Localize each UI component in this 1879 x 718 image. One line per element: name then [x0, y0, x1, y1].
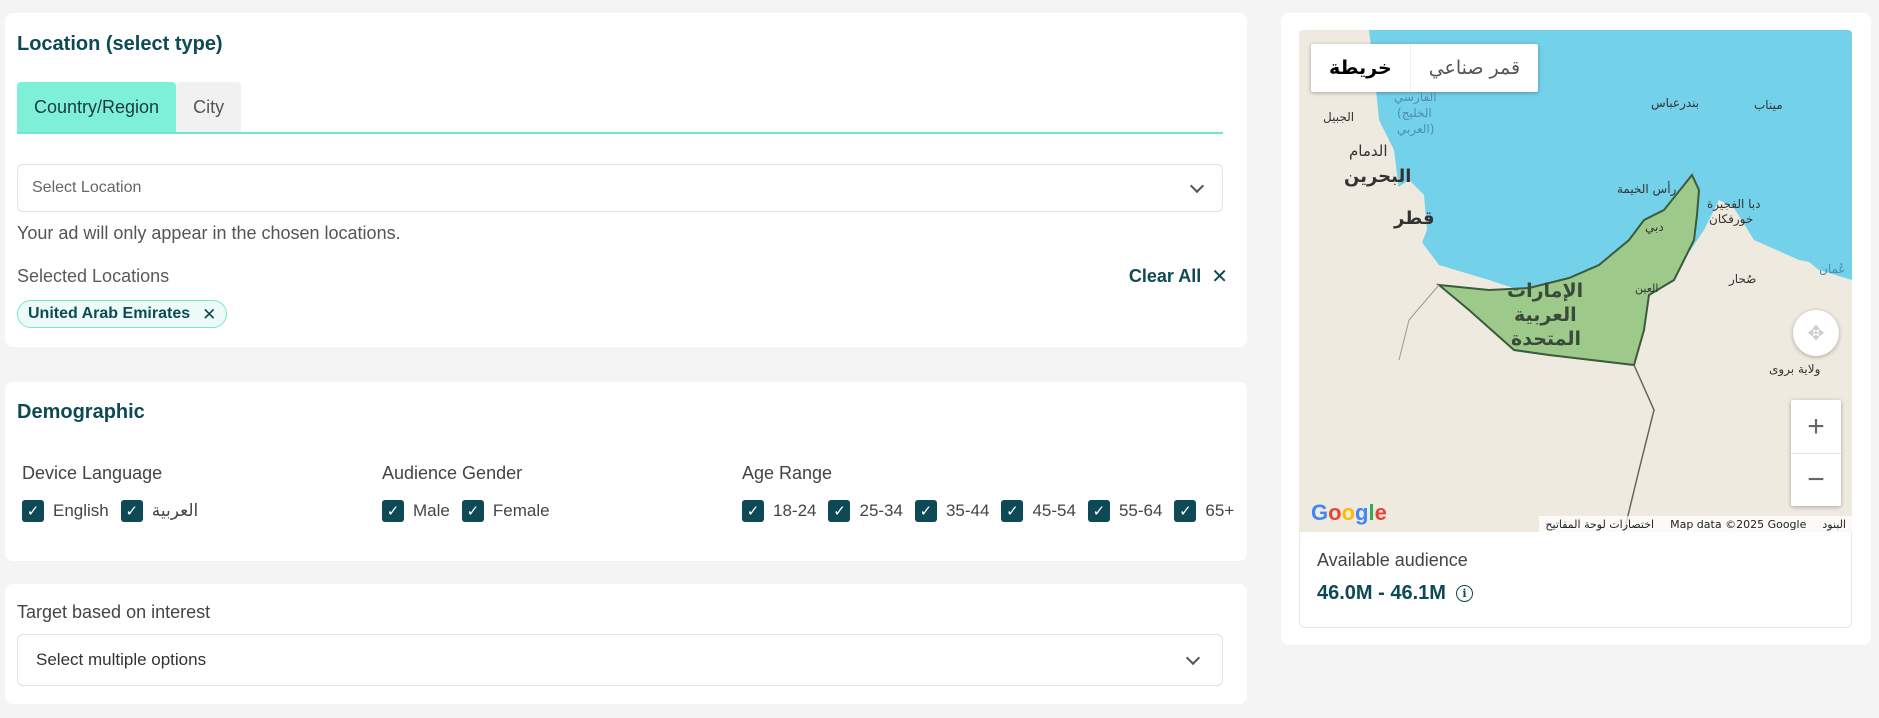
location-type-tabs: Country/Region City	[17, 82, 1223, 134]
age-range-options: ✓ 18-24 ✓ 25-34 ✓ 35-44 ✓ 45-54 ✓ 55-64 ✓ 65+	[742, 500, 1234, 522]
available-audience-value: 46.0M - 46.1M i	[1317, 582, 1473, 605]
map-zoom-control: + −	[1791, 400, 1841, 506]
map-label-gulf-1: الفارسي	[1394, 90, 1437, 104]
checkbox-female[interactable]: ✓ Female	[461, 500, 550, 522]
map-label-jubail: الجبيل	[1323, 110, 1355, 124]
map-label-sohar: صُحار	[1729, 272, 1757, 286]
satellite-view-button[interactable]: قمر صناعي	[1409, 44, 1538, 92]
demographic-title: Demographic	[17, 401, 145, 423]
checkbox-age-25-34[interactable]: ✓ 25-34	[828, 500, 903, 522]
audience-gender-label: Audience Gender	[382, 463, 523, 483]
chip-label: United Arab Emirates	[28, 305, 191, 322]
map-label-uae-2: العربية	[1514, 304, 1577, 326]
map-label-uae-3: المتحدة	[1511, 328, 1582, 350]
map-label-qatar: قطر	[1394, 208, 1435, 229]
map-footer: اختصارات لوحة المفاتيح Map data ©2025 Go…	[1539, 516, 1852, 532]
checkbox-english[interactable]: ✓ English	[22, 500, 109, 522]
checkmark-icon: ✓	[914, 500, 937, 522]
map-label-minab: ميناب	[1754, 98, 1783, 112]
checkbox-age-18-24[interactable]: ✓ 18-24	[742, 500, 816, 522]
checkbox-age-55-64[interactable]: ✓ 55-64	[1087, 500, 1162, 522]
checkmark-icon: ✓	[120, 500, 143, 522]
select-location-dropdown[interactable]: Select Location	[17, 164, 1223, 212]
selected-locations-label: Selected Locations	[17, 266, 170, 286]
interest-label: Target based on interest	[17, 602, 211, 622]
clear-all-button[interactable]: Clear All ✕	[1129, 266, 1228, 287]
checkbox-male[interactable]: ✓ Male	[382, 500, 450, 522]
checkmark-icon: ✓	[742, 500, 764, 522]
checkmark-icon: ✓	[461, 500, 484, 522]
checkmark-icon: ✓	[1001, 500, 1024, 522]
available-audience-box: Available audience 46.0M - 46.1M i	[1299, 532, 1852, 628]
map-label-uae-1: الإمارات	[1507, 280, 1584, 302]
audience-gender-options: ✓ Male ✓ Female	[382, 500, 562, 522]
chevron-down-icon	[1185, 650, 1201, 665]
chevron-down-icon	[1189, 178, 1205, 193]
interest-multiselect[interactable]: Select multiple options	[17, 634, 1223, 686]
remove-chip-icon[interactable]: ✕	[202, 306, 216, 323]
location-map[interactable]: خريطة قمر صناعي الإمارات العربية المتحدة…	[1299, 30, 1852, 532]
clear-all-label: Clear All	[1128, 266, 1202, 286]
map-type-toggle: خريطة قمر صناعي	[1311, 44, 1539, 92]
checkbox-age-45-54[interactable]: ✓ 45-54	[1001, 500, 1076, 522]
map-data-attribution: Map data ©2025 Google	[1670, 517, 1807, 531]
checkbox-age-35-44[interactable]: ✓ 35-44	[914, 500, 989, 522]
map-label-khorfakkan: خورفكان	[1709, 212, 1754, 226]
demographic-card	[5, 382, 1247, 561]
selected-location-chip: United Arab Emirates ✕	[17, 300, 228, 328]
zoom-out-button[interactable]: −	[1791, 453, 1841, 506]
map-label-ibri: ولاية بروى	[1769, 362, 1821, 376]
tab-city[interactable]: City	[176, 82, 242, 132]
checkbox-arabic[interactable]: ✓ العربية	[120, 500, 198, 522]
google-logo: Google	[1311, 500, 1387, 525]
map-view-button[interactable]: خريطة	[1311, 44, 1410, 92]
map-label-gulf-2: (الخليج	[1397, 106, 1432, 120]
checkbox-age-65-plus[interactable]: ✓ 65+	[1174, 500, 1234, 522]
map-label-bahrain: البحرين	[1344, 166, 1412, 187]
map-pan-control[interactable]: ✥	[1793, 310, 1839, 356]
interest-placeholder: Select multiple options	[36, 650, 207, 669]
info-icon[interactable]: i	[1455, 585, 1473, 602]
map-label-dammam: الدمام	[1349, 142, 1388, 160]
map-label-ras-al-khaimah: رأس الخيمة	[1617, 182, 1677, 196]
audience-range: 46.0M - 46.1M	[1317, 582, 1446, 604]
checkmark-icon: ✓	[1174, 500, 1197, 522]
checkmark-icon: ✓	[828, 500, 851, 522]
location-help-text: Your ad will only appear in the chosen l…	[17, 223, 401, 243]
zoom-in-button[interactable]: +	[1791, 400, 1841, 453]
keyboard-shortcuts-link[interactable]: اختصارات لوحة المفاتيح	[1545, 518, 1654, 531]
age-range-label: Age Range	[742, 463, 833, 483]
map-terms-link[interactable]: البنود	[1822, 518, 1846, 531]
map-label-bandar-abbas: بندرعباس	[1651, 96, 1700, 110]
map-label-al-ain: العين	[1635, 282, 1659, 295]
device-language-options: ✓ English ✓ العربية	[22, 500, 210, 522]
close-icon: ✕	[1211, 265, 1228, 288]
available-audience-label: Available audience	[1317, 550, 1468, 570]
map-label-fujairah: دبا الفجيرة	[1707, 197, 1761, 211]
location-title: Location (select type)	[17, 33, 223, 55]
checkmark-icon: ✓	[1087, 500, 1110, 522]
checkmark-icon: ✓	[22, 500, 44, 522]
checkmark-icon: ✓	[382, 500, 404, 522]
select-location-placeholder: Select Location	[32, 179, 142, 196]
device-language-label: Device Language	[22, 463, 163, 483]
tab-country-region[interactable]: Country/Region	[17, 82, 177, 132]
map-label-dubai: دبي	[1645, 220, 1664, 234]
map-label-gulf-3: العربي)	[1397, 122, 1435, 136]
map-label-oman: عُمان	[1819, 262, 1846, 276]
